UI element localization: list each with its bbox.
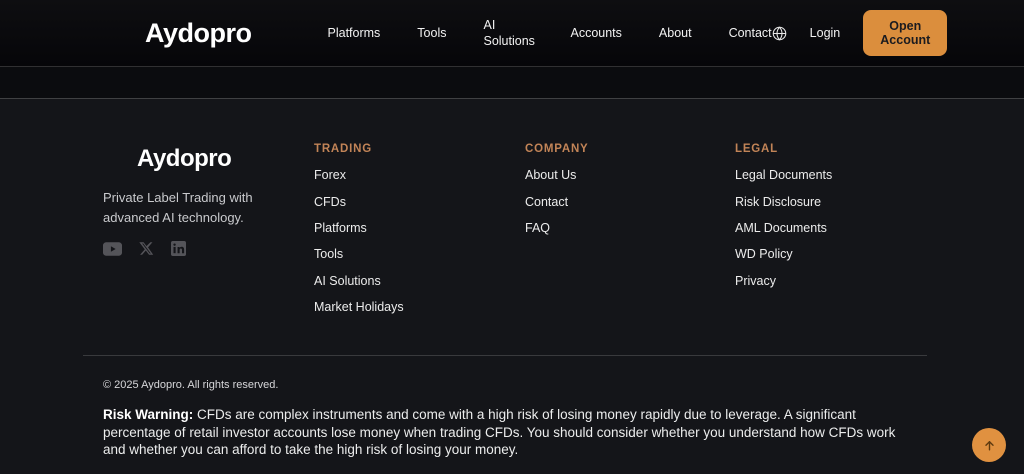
footer-link-privacy[interactable]: Privacy xyxy=(735,268,776,294)
footer-link-cfds[interactable]: CFDs xyxy=(314,188,346,214)
nav-item-tools[interactable]: Tools xyxy=(417,25,446,41)
footer-link-risk-disclosure[interactable]: Risk Disclosure xyxy=(735,188,821,214)
footer-columns: Aydopro Private Label Trading with advan… xyxy=(103,143,927,320)
footer-tagline: Private Label Trading with advanced AI t… xyxy=(103,188,293,228)
nav-item-ai-solutions[interactable]: AI Solutions xyxy=(483,17,533,50)
nav-item-contact[interactable]: Contact xyxy=(729,25,772,41)
footer: Aydopro Private Label Trading with advan… xyxy=(0,99,1024,459)
nav-item-accounts[interactable]: Accounts xyxy=(570,25,621,41)
footer-link-about-us[interactable]: About Us xyxy=(525,162,576,188)
main-nav: Platforms Tools AI Solutions Accounts Ab… xyxy=(328,17,772,50)
page: Aydopro Platforms Tools AI Solutions Acc… xyxy=(0,0,1024,474)
risk-warning: Risk Warning: CFDs are complex instrumen… xyxy=(103,406,921,459)
social-links xyxy=(103,241,294,256)
top-nav-bar: Aydopro Platforms Tools AI Solutions Acc… xyxy=(0,0,1024,67)
footer-link-market-holidays[interactable]: Market Holidays xyxy=(314,294,404,320)
footer-link-tools[interactable]: Tools xyxy=(314,241,343,267)
footer-link-ai-solutions[interactable]: AI Solutions xyxy=(314,268,381,294)
globe-icon[interactable] xyxy=(772,26,787,41)
risk-warning-text: CFDs are complex instruments and come wi… xyxy=(103,407,895,457)
footer-link-platforms[interactable]: Platforms xyxy=(314,215,367,241)
footer-link-wd-policy[interactable]: WD Policy xyxy=(735,241,793,267)
footer-logo: Aydopro xyxy=(103,145,294,173)
footer-link-legal-documents[interactable]: Legal Documents xyxy=(735,162,832,188)
footer-link-contact[interactable]: Contact xyxy=(525,188,568,214)
footer-brand-column: Aydopro Private Label Trading with advan… xyxy=(103,143,314,320)
column-heading-trading: TRADING xyxy=(314,143,525,155)
footer-link-faq[interactable]: FAQ xyxy=(525,215,550,241)
login-button[interactable]: Login xyxy=(810,26,841,40)
youtube-icon[interactable] xyxy=(103,242,122,256)
nav-item-platforms[interactable]: Platforms xyxy=(328,25,381,41)
column-heading-legal: LEGAL xyxy=(735,143,927,155)
header-right-group: Login Open Account xyxy=(772,10,948,56)
open-account-button[interactable]: Open Account xyxy=(863,10,947,56)
column-heading-company: COMPANY xyxy=(525,143,735,155)
risk-warning-label: Risk Warning: xyxy=(103,407,193,422)
copyright-text: © 2025 Aydopro. All rights reserved. xyxy=(103,379,921,391)
footer-divider xyxy=(83,355,927,356)
footer-column-legal: LEGAL Legal Documents Risk Disclosure AM… xyxy=(735,143,927,320)
arrow-up-icon xyxy=(983,439,996,452)
linkedin-icon[interactable] xyxy=(171,241,186,256)
footer-column-company: COMPANY About Us Contact FAQ xyxy=(525,143,735,320)
header-logo[interactable]: Aydopro xyxy=(145,18,252,49)
footer-link-forex[interactable]: Forex xyxy=(314,162,346,188)
content-strip xyxy=(0,67,1024,99)
x-icon[interactable] xyxy=(139,241,154,256)
footer-column-trading: TRADING Forex CFDs Platforms Tools AI So… xyxy=(314,143,525,320)
scroll-to-top-button[interactable] xyxy=(972,428,1006,462)
footer-link-aml-documents[interactable]: AML Documents xyxy=(735,215,827,241)
nav-item-about[interactable]: About xyxy=(659,25,692,41)
